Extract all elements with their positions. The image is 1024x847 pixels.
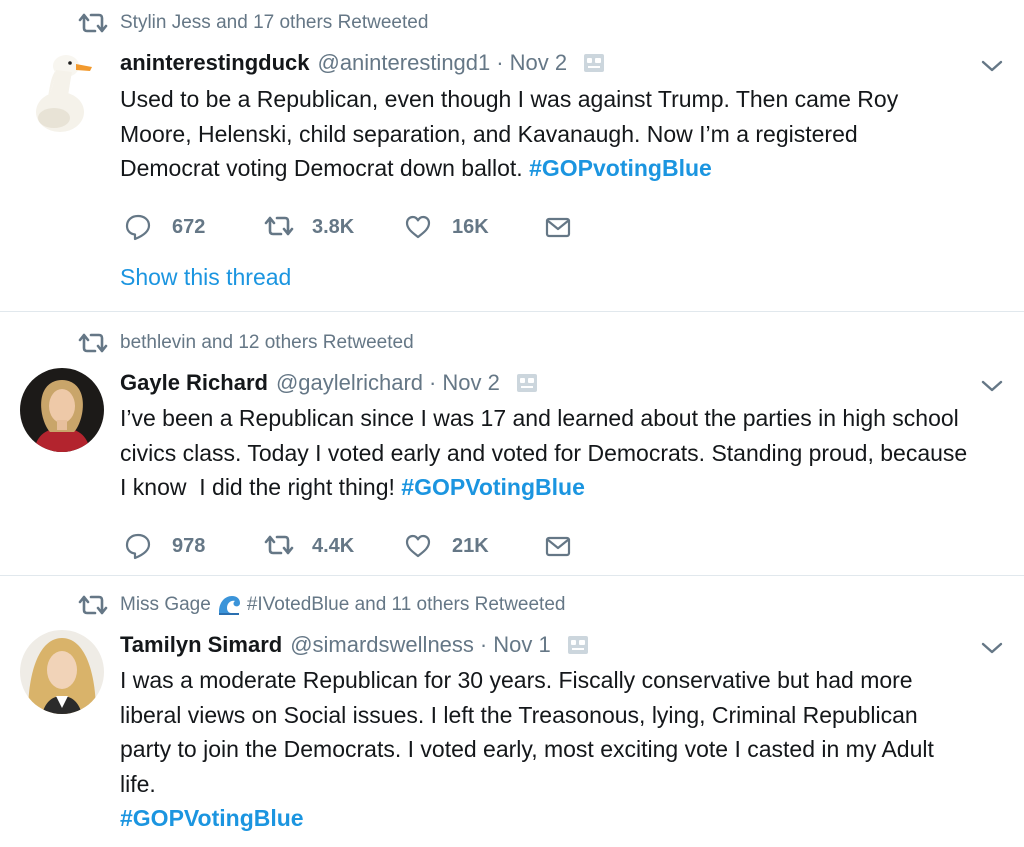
envelope-icon [544,532,572,560]
retweeted-by-text: bethlevin and 12 others Retweeted [120,332,414,353]
retweet-context: Stylin Jess and 17 others Retweeted [78,10,428,36]
hashtag-link[interactable]: #GOPVotingBlue [401,474,585,500]
retweeted-by-text: Stylin Jess and 17 others Retweeted [120,12,429,33]
chevron-down-icon[interactable] [980,378,1004,394]
tweet-text-line: I know I did the right thing! [120,474,402,500]
avatar[interactable] [20,48,104,132]
reply-icon [124,213,152,241]
retweet-icon [78,330,108,356]
direct-message-button[interactable] [544,532,684,560]
like-count: 21K [452,534,489,557]
water-wave-emoji [217,594,241,616]
tweet-actions: 672 3.8K 16K [124,212,684,242]
separator-dot: · [479,632,488,657]
user-handle[interactable]: @simardswellness [290,632,474,658]
hashtag-link[interactable]: #GOPvotingBlue [529,155,712,181]
display-name[interactable]: Gayle Richard [120,370,268,396]
retweet-context: Miss Gage #IVotedBlue and 11 others Retw… [78,592,565,618]
chevron-down-icon[interactable] [980,640,1004,656]
tweet[interactable]: Stylin Jess and 17 others Retweeted anin… [0,0,1024,312]
tweet-text-line: Democrat voting Democrat down ballot. [120,155,523,181]
hashtag-link[interactable]: #GOPVotingBlue [120,805,304,831]
retweet-icon [264,213,292,241]
envelope-icon [544,213,572,241]
avatar[interactable] [20,368,104,452]
retweeted-by-name[interactable]: Miss Gage [120,594,211,616]
like-button[interactable]: 16K [404,213,544,241]
tweet-text-line: I’ve been a Republican since I was 17 an… [120,405,959,431]
avatar[interactable] [20,630,104,714]
retweet-count: 3.8K [312,215,355,238]
reply-button[interactable]: 978 [124,532,264,560]
translate-icon [516,373,538,393]
heart-icon [404,532,432,560]
retweet-button[interactable]: 4.4K [264,532,404,560]
retweet-icon [78,10,108,36]
retweet-count: 4.4K [312,534,355,557]
translate-icon [583,53,605,73]
like-button[interactable]: 21K [404,532,544,560]
retweet-button[interactable]: 3.8K [264,213,404,241]
reply-count: 978 [172,534,206,557]
reply-count: 672 [172,215,206,238]
user-handle[interactable]: @aninterestingd1 [317,50,490,76]
tweet-text-line: liberal views on Social issues. I left t… [120,701,918,728]
tweet-actions: 978 4.4K 21K [124,531,684,561]
heart-icon [404,213,432,241]
tweet-text: Used to be a Republican, even though I w… [120,82,1015,186]
show-thread-link[interactable]: Show this thread [120,264,291,291]
like-count: 16K [452,215,489,238]
retweet-icon [264,532,292,560]
reply-icon [124,532,152,560]
tweet-text-line: life. [120,770,156,797]
separator-dot: · [429,370,437,395]
display-name[interactable]: Tamilyn Simard [120,632,282,658]
reply-button[interactable]: 672 [124,213,264,241]
tweet-text: I was a moderate Republican for 30 years… [120,663,1015,836]
tweet-header: Tamilyn Simard @simardswellness · Nov 1 [120,630,589,660]
tweet[interactable]: bethlevin and 12 others Retweeted Gayle … [0,312,1024,576]
tweet-text-line: I was a moderate Republican for 30 years… [120,667,913,693]
tweet-text: I’ve been a Republican since I was 17 an… [120,401,1015,505]
tweet-text-line: Moore, Helenski, child separation, and K… [120,120,858,147]
tweet-text-line: civics class. Today I voted early and vo… [120,439,968,466]
user-handle[interactable]: @gaylelrichard [276,370,423,396]
retweet-context: bethlevin and 12 others Retweeted [78,330,414,356]
direct-message-button[interactable] [544,213,684,241]
tweet-text-line: Used to be a Republican, even though I w… [120,86,899,112]
tweet[interactable]: Miss Gage #IVotedBlue and 11 others Retw… [0,576,1024,847]
chevron-down-icon[interactable] [980,58,1004,74]
tweet-header: aninterestingduck @aninterestingd1 · Nov… [120,48,605,78]
tweet-header: Gayle Richard @gaylelrichard · Nov 2 [120,368,538,398]
separator-dot: · [496,50,504,75]
retweeted-by-text: #IVotedBlue and 11 others Retweeted [246,594,566,615]
tweet-date[interactable]: Nov 2 [442,370,499,396]
display-name[interactable]: aninterestingduck [120,50,309,76]
tweet-date[interactable]: Nov 2 [510,50,567,76]
tweet-text-line: party to join the Democrats. I voted ear… [120,736,934,762]
translate-icon [567,635,589,655]
tweet-date[interactable]: Nov 1 [493,632,550,658]
retweet-icon [78,592,108,618]
